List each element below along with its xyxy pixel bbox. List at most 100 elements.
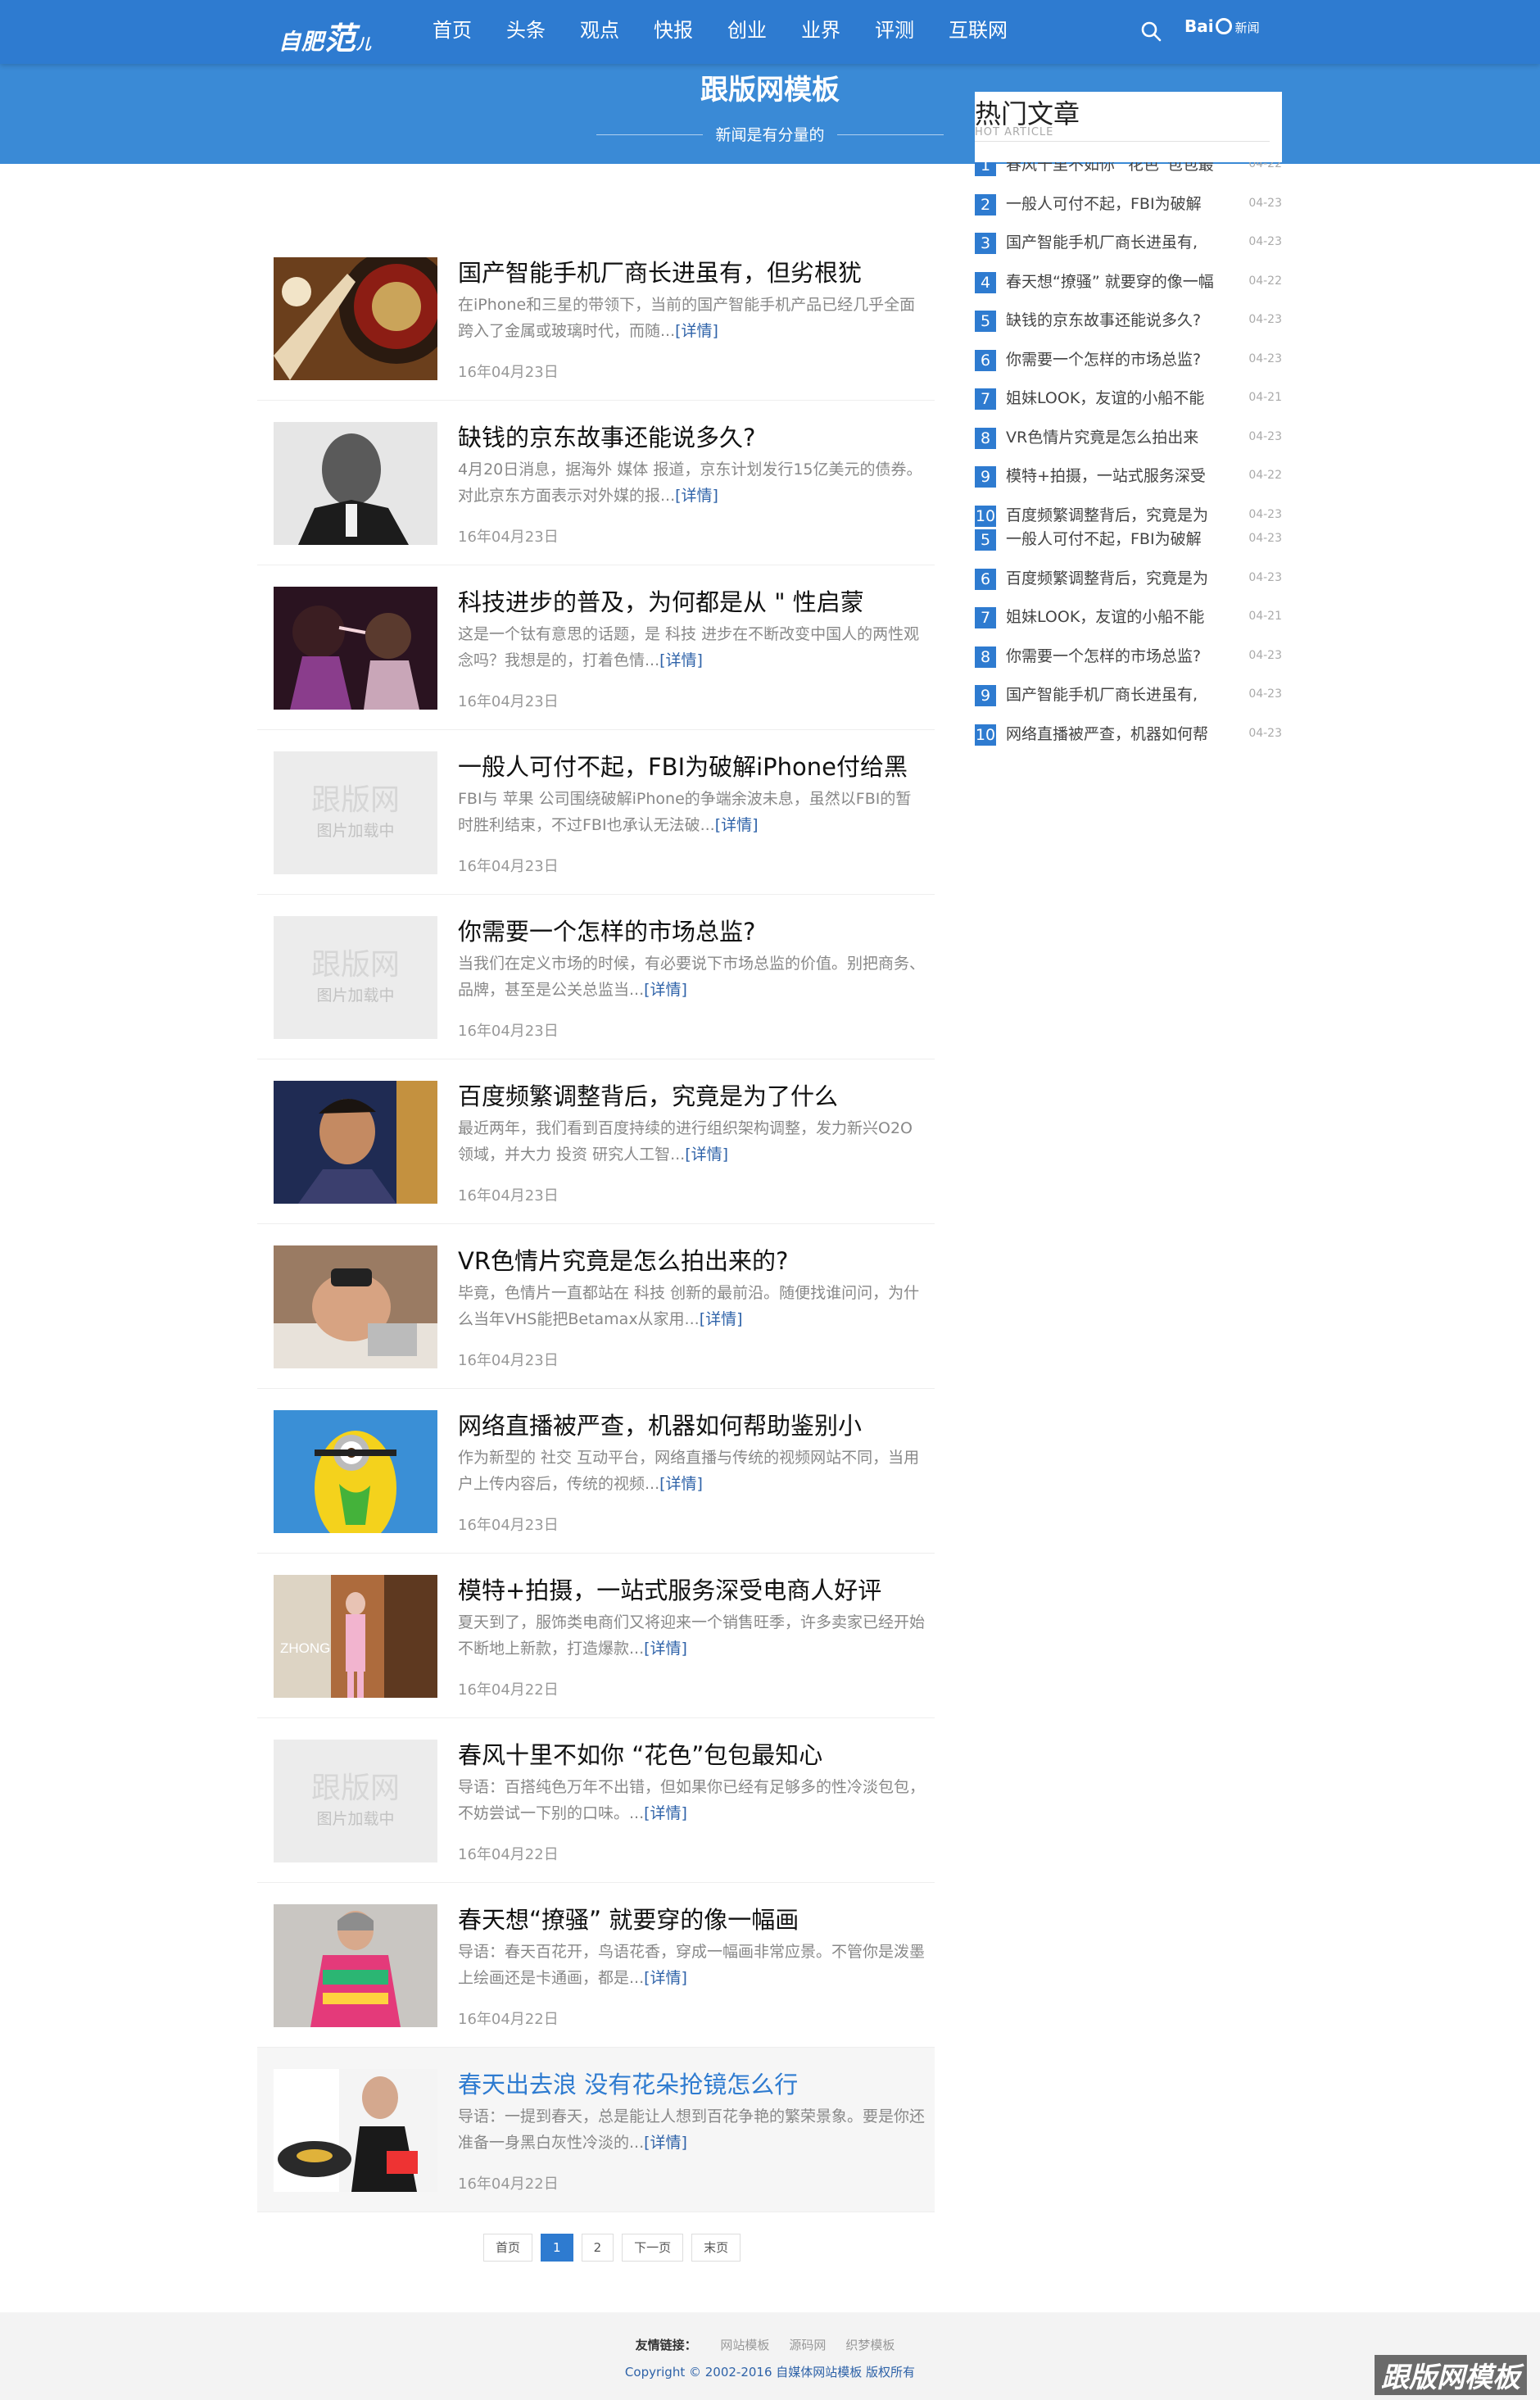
- article-item: 国产智能手机厂商长进虽有，但劣根犹 在iPhone和三星的带领下，当前的国产智能手…: [257, 236, 935, 401]
- hot-article-item[interactable]: 5 缺钱的京东故事还能说多久? 04-23: [975, 301, 1282, 340]
- article-thumbnail[interactable]: 跟版网 图片加载中: [274, 916, 437, 1039]
- article-title-link[interactable]: 你需要一个怎样的市场总监?: [458, 913, 925, 947]
- hot-article-title[interactable]: 模特+拍摄，一站式服务深受: [1006, 465, 1227, 488]
- hot-article-date: 04-23: [1248, 352, 1282, 365]
- article-title-link[interactable]: 春风十里不如你 “花色”包包最知心: [458, 1736, 925, 1771]
- page-button[interactable]: 2: [581, 2234, 614, 2262]
- article-thumbnail[interactable]: [274, 2069, 437, 2192]
- article-thumbnail[interactable]: [274, 422, 437, 545]
- article-title-link[interactable]: 缺钱的京东故事还能说多久?: [458, 419, 925, 453]
- page-button[interactable]: 末页: [691, 2234, 741, 2262]
- article-title-link[interactable]: 一般人可付不起，FBI为破解iPhone付给黑: [458, 748, 925, 783]
- hot-article-item[interactable]: 9 国产智能手机厂商长进虽有, 04-23: [975, 675, 1282, 715]
- article-more-link[interactable]: [详情]: [644, 2134, 687, 2152]
- article-thumbnail[interactable]: [274, 1410, 437, 1533]
- article-more-link[interactable]: [详情]: [675, 487, 718, 505]
- article-date: 16年04月23日: [458, 1023, 559, 1040]
- page-button[interactable]: 下一页: [622, 2234, 684, 2262]
- hot-article-title[interactable]: 姐妹LOOK，友谊的小船不能: [1006, 606, 1227, 628]
- hot-article-item[interactable]: 7 姐妹LOOK，友谊的小船不能 04-21: [975, 597, 1282, 637]
- hot-article-title[interactable]: 春天想“撩骚” 就要穿的像一幅: [1006, 270, 1227, 293]
- article-date: 16年04月22日: [458, 1681, 559, 1699]
- article-title-link[interactable]: 春天想“撩骚” 就要穿的像一幅画: [458, 1901, 925, 1935]
- hot-article-rank: 3: [975, 233, 996, 254]
- article-title-link[interactable]: 模特+拍摄，一站式服务深受电商人好评: [458, 1572, 925, 1606]
- hot-article-item[interactable]: 7 姐妹LOOK，友谊的小船不能 04-21: [975, 379, 1282, 418]
- article-more-link[interactable]: [详情]: [700, 1310, 743, 1328]
- hot-article-title[interactable]: 一般人可付不起，FBI为破解: [1006, 193, 1227, 216]
- article-title-link[interactable]: VR色情片究竟是怎么拍出来的?: [458, 1242, 925, 1277]
- article-more-link[interactable]: [详情]: [675, 322, 718, 340]
- placeholder-brand-text: 跟版网: [310, 783, 400, 817]
- hot-article-title[interactable]: VR色情片究竟是怎么拍出来: [1006, 426, 1227, 449]
- hot-article-item[interactable]: 6 你需要一个怎样的市场总监? 04-23: [975, 340, 1282, 379]
- friend-link[interactable]: 织梦模板: [845, 2338, 895, 2352]
- article-more-link[interactable]: [详情]: [685, 1146, 728, 1164]
- hot-article-title[interactable]: 网络直播被严查，机器如何帮: [1006, 723, 1227, 746]
- hot-article-title[interactable]: 你需要一个怎样的市场总监?: [1006, 645, 1227, 668]
- article-thumbnail[interactable]: [274, 1245, 437, 1368]
- svg-text:ZHONG: ZHONG: [280, 1640, 330, 1656]
- article-thumbnail[interactable]: [274, 1081, 437, 1204]
- article-thumbnail[interactable]: [274, 1904, 437, 2027]
- article-title-link[interactable]: 国产智能手机厂商长进虽有，但劣根犹: [458, 254, 925, 288]
- article-title-link[interactable]: 春天出去浪 没有花朵抢镜怎么行: [458, 2066, 925, 2100]
- article-thumbnail[interactable]: [274, 257, 437, 380]
- hot-article-title[interactable]: 一般人可付不起，FBI为破解: [1006, 528, 1227, 551]
- article-title-link[interactable]: 百度频繁调整背后，究竟是为了什么: [458, 1078, 925, 1112]
- hot-article-item[interactable]: 2 一般人可付不起，FBI为破解 04-23: [975, 184, 1282, 224]
- hot-article-title[interactable]: 姐妹LOOK，友谊的小船不能: [1006, 387, 1227, 410]
- site-title: 跟版网模板: [700, 74, 840, 107]
- page-button[interactable]: 首页: [483, 2234, 533, 2262]
- article-title-link[interactable]: 网络直播被严查，机器如何帮助鉴别小: [458, 1407, 925, 1441]
- article-summary: 导语：春天百花开，鸟语花香，穿成一幅画非常应景。不管你是泼墨上绘画还是卡通画，都…: [458, 1939, 925, 1996]
- site-logo[interactable]: 自肥范儿: [279, 13, 372, 58]
- article-more-link[interactable]: [详情]: [644, 1640, 687, 1658]
- hot-article-title[interactable]: 国产智能手机厂商长进虽有,: [1006, 231, 1227, 254]
- baidu-logo-text: Bai: [1184, 16, 1214, 36]
- nav-item[interactable]: 业界: [801, 0, 840, 64]
- copyright: Copyright © 2002-2016 自媒体网站模板 版权所有: [624, 2365, 916, 2380]
- nav-item[interactable]: 互联网: [949, 0, 1008, 64]
- article-thumbnail[interactable]: 跟版网 图片加载中: [274, 751, 437, 874]
- nav-item[interactable]: 头条: [506, 0, 546, 64]
- article-more-link[interactable]: [详情]: [659, 651, 703, 669]
- nav-item[interactable]: 首页: [433, 0, 472, 64]
- hot-article-item[interactable]: 10 网络直播被严查，机器如何帮 04-23: [975, 715, 1282, 754]
- nav-item[interactable]: 评测: [875, 0, 914, 64]
- article-more-link[interactable]: [详情]: [659, 1475, 703, 1493]
- thumbnail-image-minion: [274, 1410, 437, 1533]
- hot-article-item[interactable]: 9 模特+拍摄，一站式服务深受 04-22: [975, 456, 1282, 496]
- article-summary-text: 当我们在定义市场的时候，有必要说下市场总监的价值。别把商务、品牌，甚至是公关总监…: [458, 955, 925, 999]
- hot-article-title[interactable]: 缺钱的京东故事还能说多久?: [1006, 309, 1227, 332]
- nav-item[interactable]: 快报: [654, 0, 693, 64]
- article-thumbnail[interactable]: ZHONG: [274, 1575, 437, 1698]
- hot-article-item[interactable]: 4 春天想“撩骚” 就要穿的像一幅 04-22: [975, 262, 1282, 302]
- hot-article-title[interactable]: 你需要一个怎样的市场总监?: [1006, 348, 1227, 371]
- nav-item[interactable]: 创业: [727, 0, 767, 64]
- baidu-news-logo[interactable]: Bai 新闻: [1184, 16, 1260, 36]
- hot-article-item[interactable]: 5 一般人可付不起，FBI为破解 04-23: [975, 519, 1282, 559]
- article-more-link[interactable]: [详情]: [644, 1804, 687, 1822]
- hot-article-title[interactable]: 百度频繁调整背后，究竟是为: [1006, 567, 1227, 590]
- article-title-link[interactable]: 科技进步的普及，为何都是从 " 性启蒙: [458, 583, 925, 618]
- hot-article-item[interactable]: 8 VR色情片究竟是怎么拍出来 04-23: [975, 418, 1282, 457]
- article-date: 16年04月22日: [458, 2011, 559, 2028]
- article-more-link[interactable]: [详情]: [715, 816, 759, 834]
- search-icon[interactable]: [1140, 20, 1162, 42]
- page-button[interactable]: 1: [541, 2234, 573, 2262]
- article-item: 科技进步的普及，为何都是从 " 性启蒙 这是一个钛有意思的话题，是 科技 进步在不…: [257, 565, 935, 730]
- article-thumbnail[interactable]: 跟版网 图片加载中: [274, 1740, 437, 1862]
- hot-article-title[interactable]: 国产智能手机厂商长进虽有,: [1006, 683, 1227, 706]
- nav-item[interactable]: 观点: [580, 0, 619, 64]
- friend-link[interactable]: 源码网: [789, 2338, 826, 2352]
- tagline-divider-left: [596, 134, 703, 135]
- article-more-link[interactable]: [详情]: [644, 1969, 687, 1987]
- hot-article-item[interactable]: 8 你需要一个怎样的市场总监? 04-23: [975, 637, 1282, 676]
- friend-links: 友情链接： 网站模板 源码网 织梦模板: [0, 2336, 1540, 2353]
- hot-article-item[interactable]: 6 百度频繁调整背后，究竟是为 04-23: [975, 559, 1282, 598]
- friend-link[interactable]: 网站模板: [720, 2338, 769, 2352]
- hot-article-item[interactable]: 3 国产智能手机厂商长进虽有, 04-23: [975, 223, 1282, 262]
- article-thumbnail[interactable]: [274, 587, 437, 710]
- article-more-link[interactable]: [详情]: [644, 981, 687, 999]
